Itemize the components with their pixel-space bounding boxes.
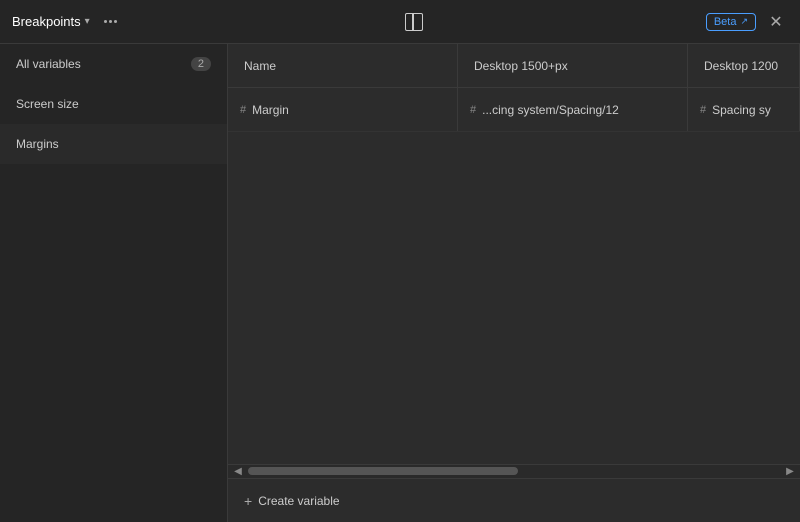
more-options-button[interactable] xyxy=(98,16,123,27)
column-header-desktop1200: Desktop 1200 xyxy=(688,44,800,87)
table-row[interactable]: # Margin # ...cing system/Spacing/12 # S… xyxy=(228,88,800,132)
hash-icon-desktop1500: # xyxy=(470,104,476,116)
table-body: # Margin # ...cing system/Spacing/12 # S… xyxy=(228,88,800,464)
sidebar-item-badge-all-variables: 2 xyxy=(191,57,211,71)
sidebar: All variables 2 Screen size Margins xyxy=(0,44,228,522)
cell-desktop1500-text: ...cing system/Spacing/12 xyxy=(482,103,619,117)
sidebar-item-label-margins: Margins xyxy=(16,137,59,151)
toggle-sidebar-button[interactable] xyxy=(400,8,428,36)
scroll-track[interactable] xyxy=(248,465,780,478)
panel-title: Breakpoints ▾ xyxy=(12,14,90,29)
sidebar-item-all-variables[interactable]: All variables 2 xyxy=(0,44,227,84)
beta-label: Beta xyxy=(714,16,737,28)
more-dot-1 xyxy=(104,20,107,23)
create-variable-button[interactable]: + Create variable xyxy=(228,479,356,522)
external-link-icon: ↗ xyxy=(740,16,748,27)
footer: + Create variable xyxy=(228,478,800,522)
app-container: Breakpoints ▾ Beta ↗ ✕ xyxy=(0,0,800,522)
cell-desktop1500[interactable]: # ...cing system/Spacing/12 xyxy=(458,88,688,131)
more-dot-3 xyxy=(114,20,117,23)
create-variable-label: Create variable xyxy=(258,494,339,508)
sidebar-item-margins[interactable]: Margins xyxy=(0,124,227,164)
column-desktop1200-label: Desktop 1200 xyxy=(704,59,778,73)
header-left: Breakpoints ▾ xyxy=(12,14,123,29)
main-content: Name Desktop 1500+px Desktop 1200 # Marg… xyxy=(228,44,800,522)
columns-icon xyxy=(405,13,423,31)
beta-badge[interactable]: Beta ↗ xyxy=(706,13,756,31)
header-right: Beta ↗ ✕ xyxy=(706,10,788,34)
scroll-left-button[interactable]: ◀ xyxy=(228,465,248,479)
sidebar-item-label-all-variables: All variables xyxy=(16,57,81,71)
chevron-down-icon: ▾ xyxy=(85,16,90,27)
panel-title-text: Breakpoints xyxy=(12,14,81,29)
body: All variables 2 Screen size Margins Name… xyxy=(0,44,800,522)
cell-name: # Margin xyxy=(228,88,458,131)
sidebar-item-screen-size[interactable]: Screen size xyxy=(0,84,227,124)
more-dot-2 xyxy=(109,20,112,23)
header-center xyxy=(400,8,428,36)
scroll-right-button[interactable]: ▶ xyxy=(780,465,800,479)
scroll-thumb[interactable] xyxy=(248,467,518,475)
cell-name-text: Margin xyxy=(252,103,289,117)
horizontal-scrollbar[interactable]: ◀ ▶ xyxy=(228,464,800,478)
cell-desktop1200-text: Spacing sy xyxy=(712,103,771,117)
hash-icon-desktop1200: # xyxy=(700,104,706,116)
cell-desktop1200[interactable]: # Spacing sy xyxy=(688,88,800,131)
column-header-desktop1500: Desktop 1500+px xyxy=(458,44,688,87)
column-desktop1500-label: Desktop 1500+px xyxy=(474,59,568,73)
sidebar-item-label-screen-size: Screen size xyxy=(16,97,79,111)
close-button[interactable]: ✕ xyxy=(764,10,788,34)
hash-icon-name: # xyxy=(240,104,246,116)
table-header: Name Desktop 1500+px Desktop 1200 xyxy=(228,44,800,88)
plus-icon: + xyxy=(244,493,252,509)
column-name-label: Name xyxy=(244,59,276,73)
header: Breakpoints ▾ Beta ↗ ✕ xyxy=(0,0,800,44)
column-header-name: Name xyxy=(228,44,458,87)
